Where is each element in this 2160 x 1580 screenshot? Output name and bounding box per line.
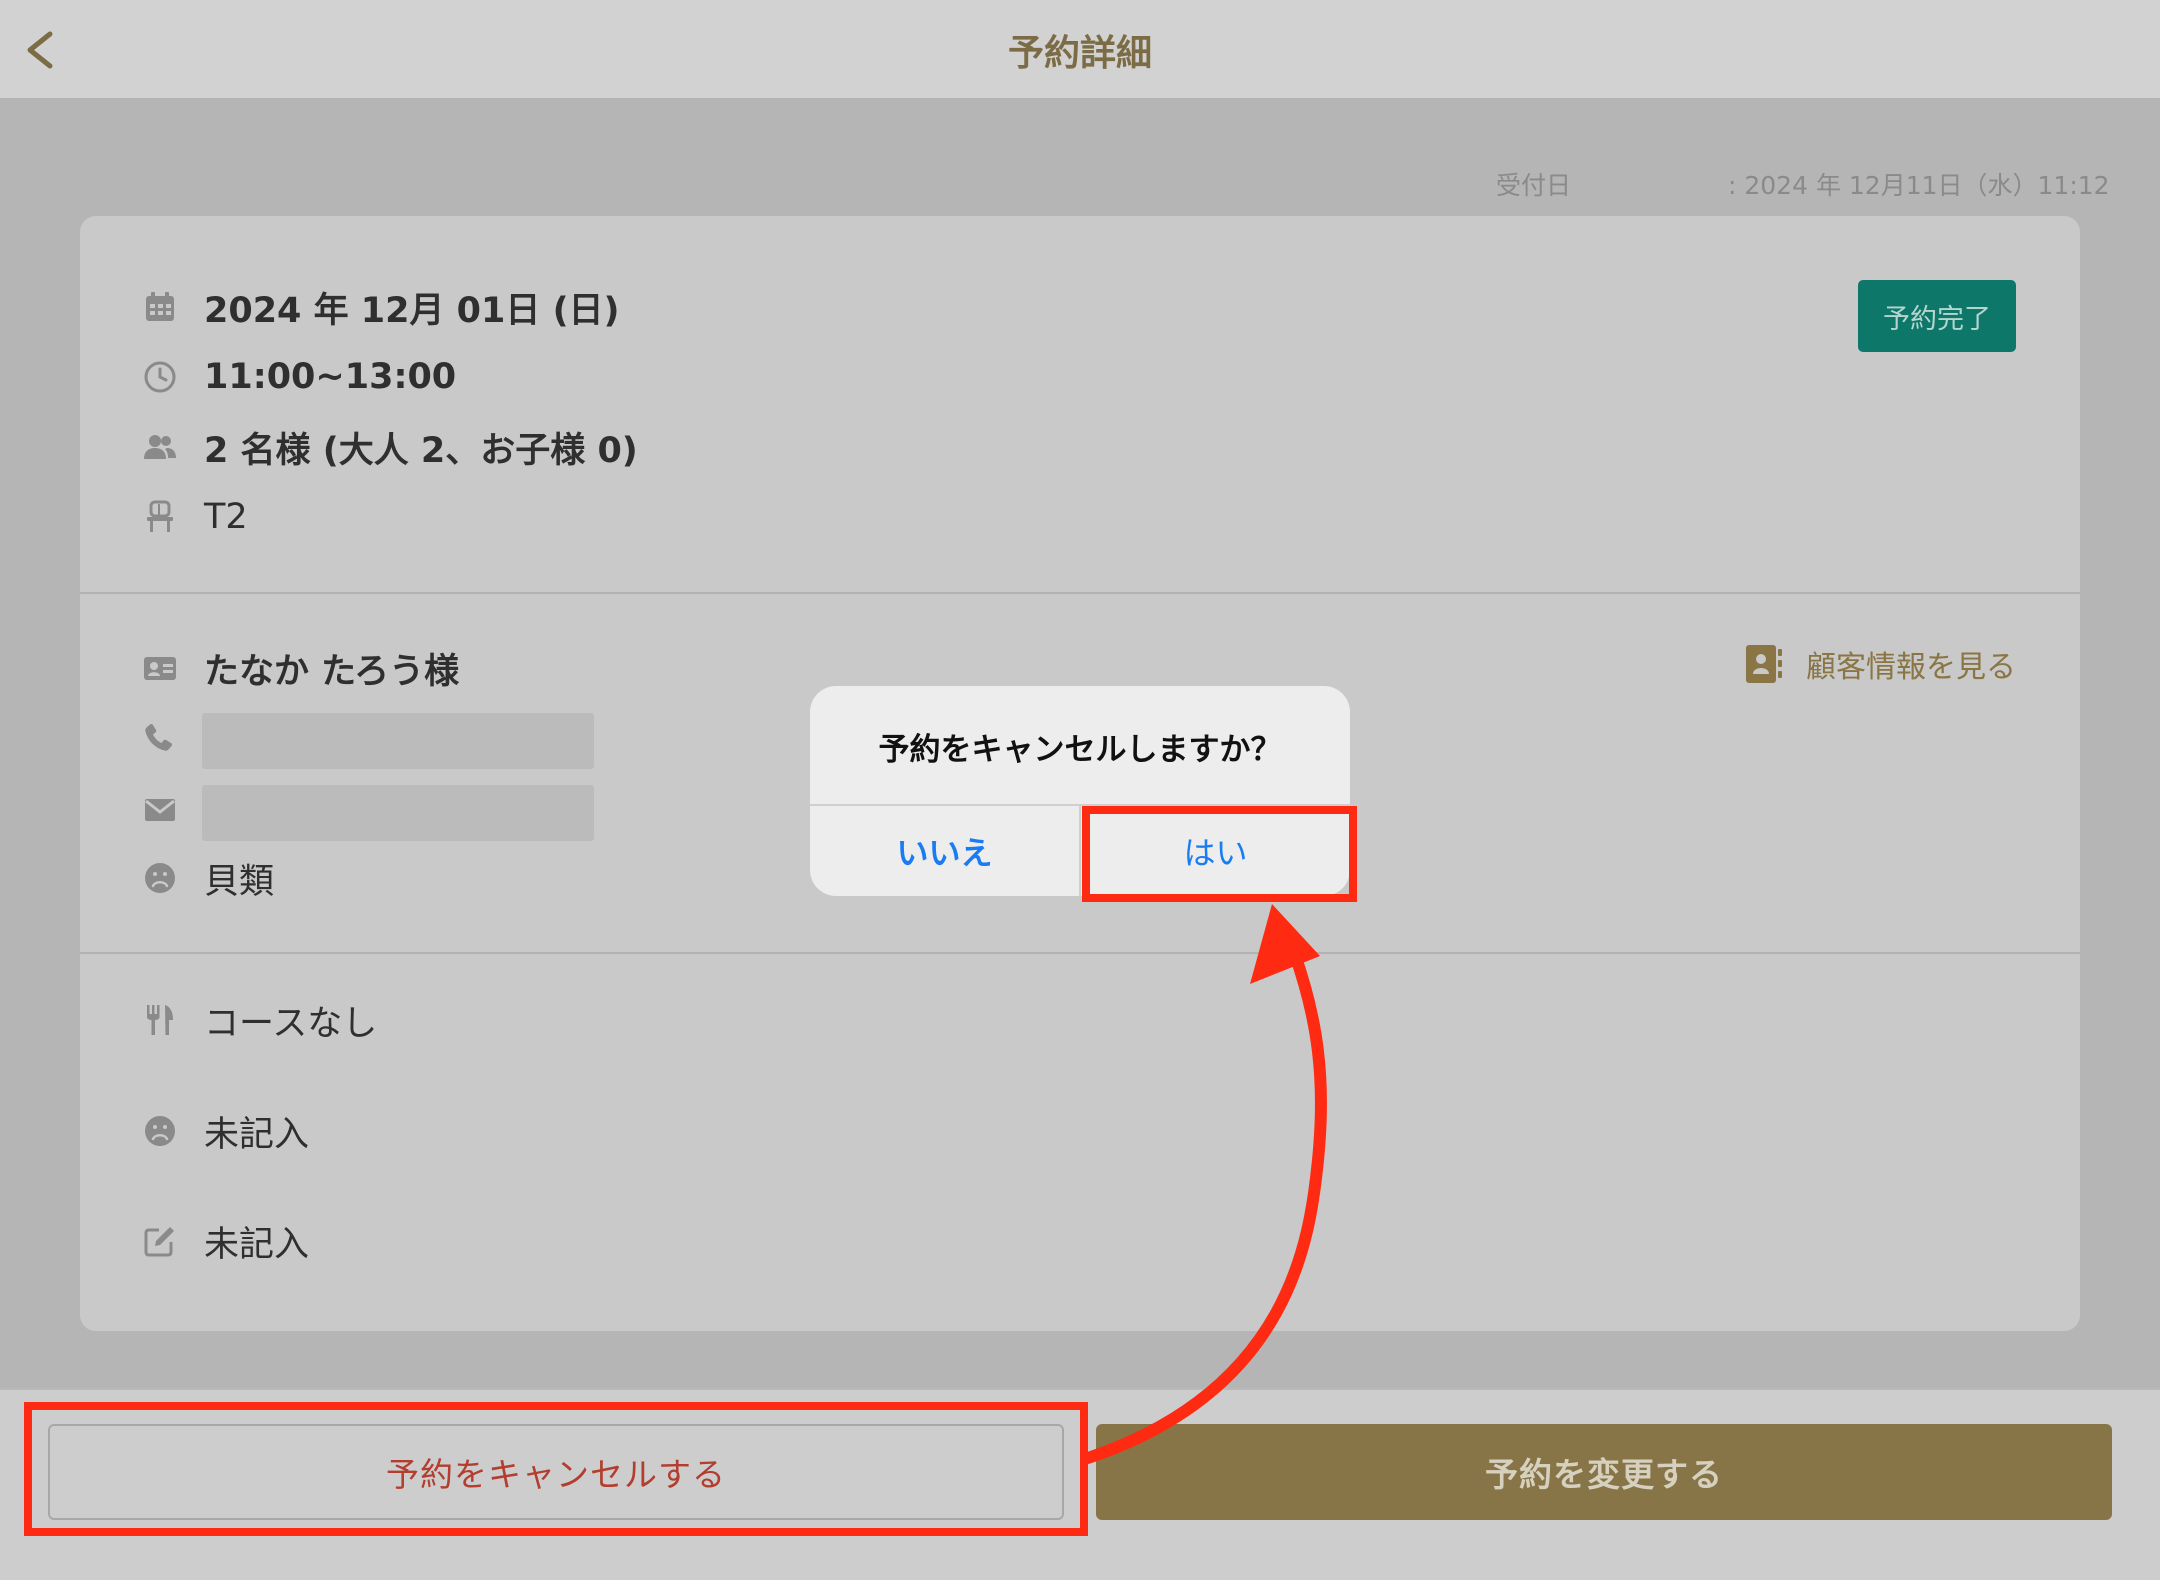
note1-text: 未記入 <box>204 1114 310 1155</box>
allergy-row: 貝類 <box>142 850 274 906</box>
confirm-cancel-dialog: 予約をキャンセルしますか？ いいえ はい <box>810 686 1350 896</box>
received-date-value: : 2024 年 12月11日（水）11:12 <box>1728 171 2110 200</box>
edit-icon <box>142 1223 178 1259</box>
table-row: T2 <box>142 489 248 545</box>
time-row: 11:00~13:00 <box>142 349 456 405</box>
reservation-time: 11:00~13:00 <box>204 357 457 397</box>
allergy-text: 貝類 <box>204 861 275 902</box>
section-divider <box>80 592 2080 594</box>
chair-icon <box>142 499 178 535</box>
cutlery-icon <box>142 1002 178 1038</box>
note2-text: 未記入 <box>204 1224 310 1265</box>
dialog-no-button[interactable]: いいえ <box>810 806 1079 896</box>
dialog-title: 予約をキャンセルしますか？ <box>878 732 1282 768</box>
phone-row <box>142 710 204 766</box>
sad-face-icon <box>142 860 178 896</box>
phone-icon <box>142 720 178 756</box>
table-name: T2 <box>204 497 248 537</box>
guest-count: 2 名様 (大人 2、お子様 0) <box>204 430 638 471</box>
received-date-label: 受付日 <box>1496 171 1572 200</box>
memo-row: 未記入 <box>142 1213 309 1269</box>
customer-name-row: たなか たろう様 <box>142 640 459 696</box>
reservation-date: 2024 年 12月 01日 (日) <box>204 290 620 331</box>
date-row: 2024 年 12月 01日 (日) <box>142 279 620 335</box>
page-title: 予約詳細 <box>1007 33 1152 74</box>
phone-redacted <box>202 713 594 769</box>
guests-row: 2 名様 (大人 2、お子様 0) <box>142 419 638 475</box>
mail-icon <box>142 792 178 828</box>
section-divider <box>80 952 2080 954</box>
bottom-action-bar: 予約をキャンセルする 予約を変更する <box>0 1388 2160 1580</box>
change-reservation-button[interactable]: 予約を変更する <box>1096 1424 2112 1520</box>
email-row <box>142 782 204 838</box>
status-badge: 予約完了 <box>1858 280 2016 352</box>
nav-header: 予約詳細 <box>0 0 2160 100</box>
note-row: 未記入 <box>142 1103 309 1159</box>
people-icon <box>142 429 178 465</box>
contact-book-icon <box>1744 643 1784 685</box>
sad-face-icon <box>142 1113 178 1149</box>
course-text: コースなし <box>204 1003 378 1044</box>
calendar-icon <box>142 289 178 325</box>
customer-name: たなか たろう様 <box>204 651 460 692</box>
cancel-reservation-button[interactable]: 予約をキャンセルする <box>48 1424 1064 1520</box>
view-customer-info-label: 顧客情報を見る <box>1806 650 2016 685</box>
dialog-yes-button[interactable]: はい <box>1081 806 1350 896</box>
id-card-icon <box>142 650 178 686</box>
email-redacted <box>202 785 594 841</box>
view-customer-info-link[interactable]: 顧客情報を見る <box>1744 642 2016 686</box>
course-row: コースなし <box>142 992 377 1048</box>
clock-icon <box>142 359 178 395</box>
